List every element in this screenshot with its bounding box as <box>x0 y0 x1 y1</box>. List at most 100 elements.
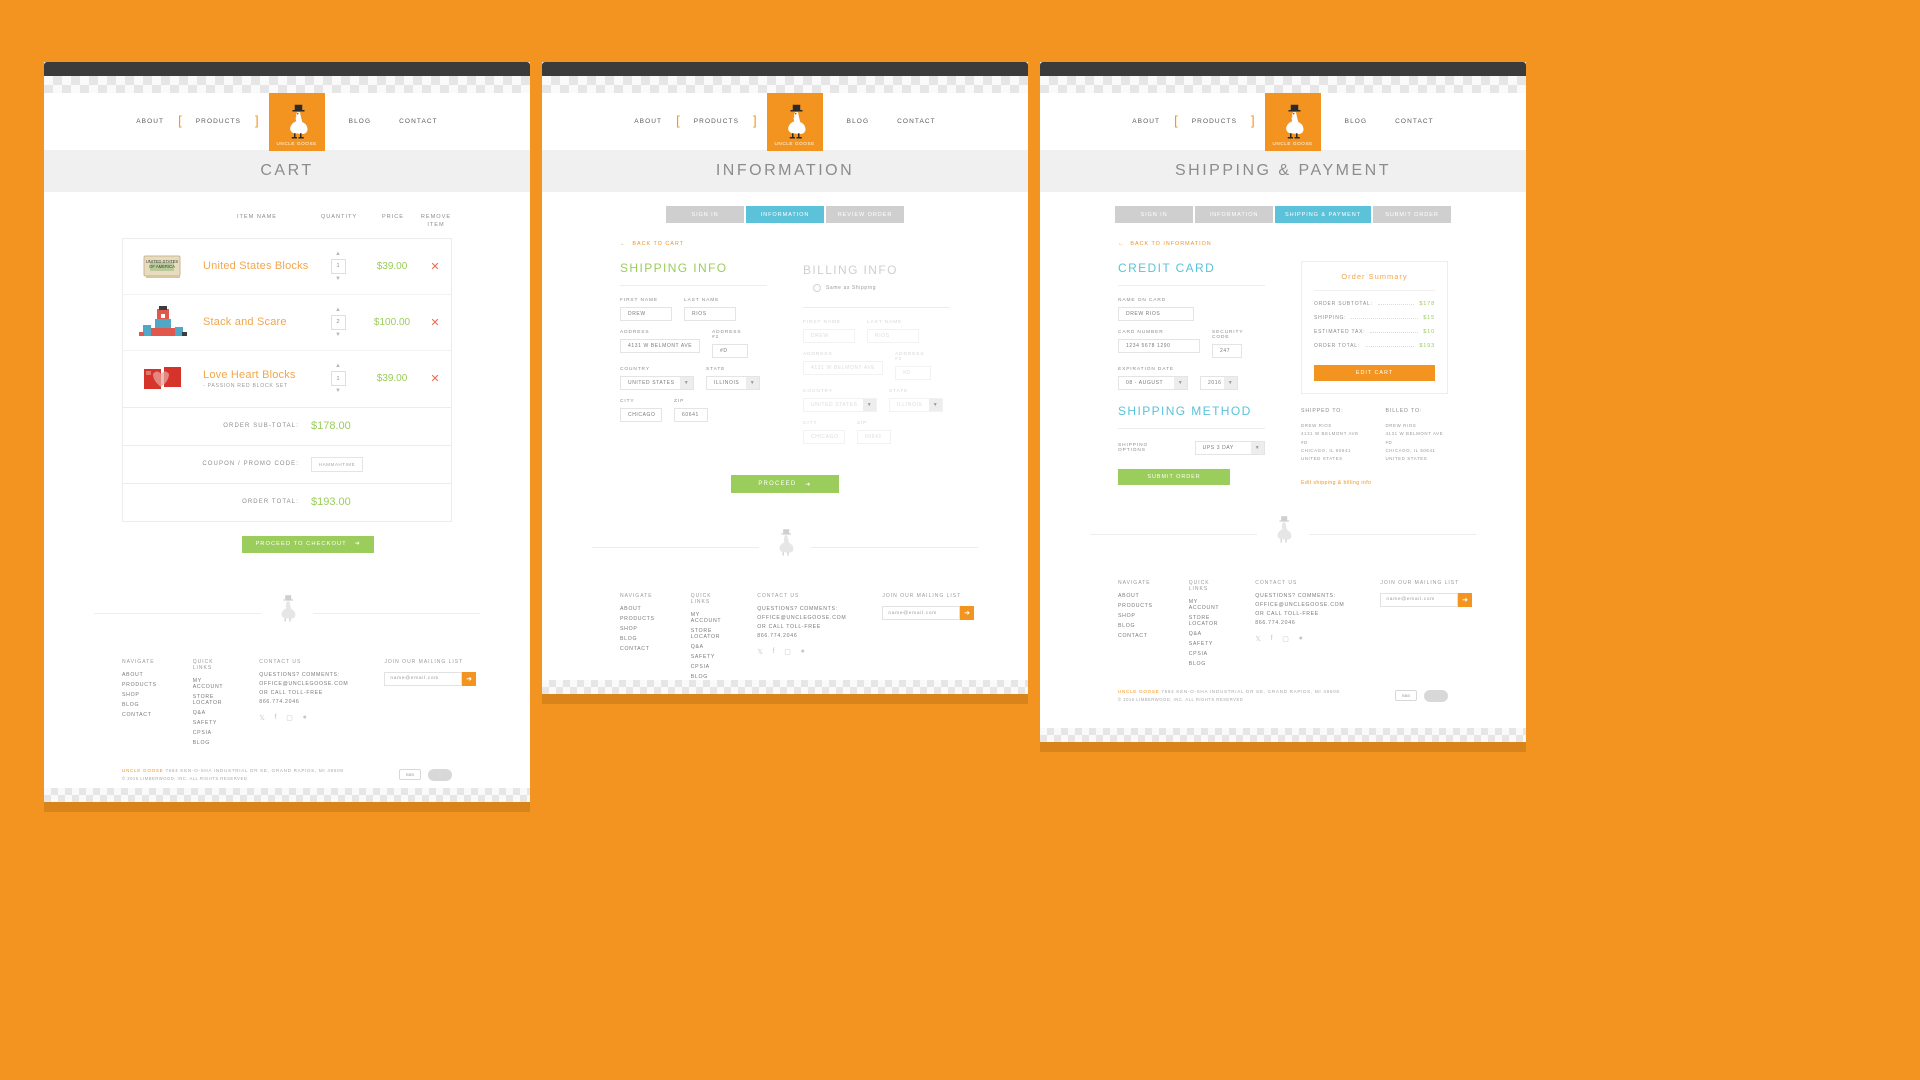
quantity-value[interactable]: 2 <box>330 314 346 330</box>
footer-link[interactable]: SHOP <box>1118 613 1153 619</box>
footer-link[interactable]: CPSIA <box>1189 651 1220 657</box>
footer-link[interactable]: CONTACT <box>122 712 157 718</box>
quantity-increase-icon[interactable]: ▲ <box>335 363 341 369</box>
facebook-icon[interactable]: f <box>773 648 776 656</box>
footer-link[interactable]: ABOUT <box>122 672 157 678</box>
quantity-increase-icon[interactable]: ▲ <box>335 251 341 257</box>
nav-item-blog[interactable]: BLOG <box>833 118 883 125</box>
address-input[interactable]: 4131 W BELMONT AVE <box>620 339 700 353</box>
quantity-stepper[interactable]: ▲ 2 ▼ <box>311 307 365 338</box>
chevron-down-icon[interactable]: ▼ <box>1224 377 1237 389</box>
footer-link[interactable]: BLOG <box>691 674 722 680</box>
footer-link[interactable]: Q&A <box>691 644 722 650</box>
chevron-down-icon[interactable]: ▼ <box>1251 442 1264 454</box>
proceed-button[interactable]: PROCEED ➜ <box>731 475 839 493</box>
remove-item-button[interactable]: ✕ <box>419 316 451 329</box>
chevron-down-icon[interactable]: ▼ <box>929 399 942 411</box>
instagram-icon[interactable]: ▢ <box>1282 635 1289 643</box>
footer-link[interactable]: SAFETY <box>193 720 224 726</box>
footer-link[interactable]: SHOP <box>620 626 655 632</box>
nav-item-blog[interactable]: BLOG <box>335 118 385 125</box>
last-name-input[interactable]: RIOS <box>684 307 736 321</box>
quantity-value[interactable]: 1 <box>330 371 346 387</box>
pinterest-icon[interactable]: ● <box>1299 635 1304 643</box>
cart-item-title[interactable]: Love Heart Blocks <box>203 369 311 381</box>
first-name-input[interactable]: DREW <box>620 307 672 321</box>
chevron-down-icon[interactable]: ▼ <box>746 377 759 389</box>
nav-item-about[interactable]: ABOUT <box>1118 118 1174 125</box>
edit-shipping-billing-link[interactable]: Edit shipping & billing info <box>1301 480 1448 486</box>
mailing-list-submit-button[interactable]: ➜ <box>462 671 477 686</box>
footer-link[interactable]: Q&A <box>1189 631 1220 637</box>
chevron-down-icon[interactable]: ▼ <box>1174 377 1187 389</box>
step-submit-order[interactable]: SUBMIT ORDER <box>1372 206 1451 223</box>
footer-link[interactable]: BLOG <box>620 636 655 642</box>
footer-link[interactable]: MY ACCOUNT <box>691 612 722 624</box>
nav-item-products[interactable]: PRODUCTS <box>182 118 255 125</box>
quantity-stepper[interactable]: ▲ 1 ▼ <box>311 363 365 394</box>
billing-country-select[interactable]: UNITED STATES ▼ <box>803 398 877 412</box>
nav-item-contact[interactable]: CONTACT <box>385 118 452 125</box>
instagram-icon[interactable]: ▢ <box>784 648 791 656</box>
logo-uncle-goose[interactable]: UNCLE GOOSE <box>766 93 823 151</box>
footer-link[interactable]: MY ACCOUNT <box>193 678 224 690</box>
seal-badge-icon[interactable] <box>1424 689 1448 702</box>
coupon-input[interactable]: HAMMAHTIME <box>311 456 363 472</box>
footer-link[interactable]: SHOP <box>122 692 157 698</box>
step-review-order[interactable]: REVIEW ORDER <box>826 206 904 223</box>
back-to-information-link[interactable]: ← BACK TO INFORMATION <box>1118 241 1448 247</box>
back-to-cart-link[interactable]: ← BACK TO CART <box>620 241 950 247</box>
footer-link[interactable]: BLOG <box>1189 661 1220 667</box>
footer-link[interactable]: PRODUCTS <box>122 682 157 688</box>
state-select[interactable]: ILLINOIS ▼ <box>706 376 760 390</box>
mailing-list-input[interactable]: name@email.com <box>384 671 463 686</box>
remove-item-button[interactable]: ✕ <box>419 372 451 385</box>
bbb-badge-icon[interactable]: BBB <box>1395 690 1417 702</box>
nav-item-products[interactable]: PRODUCTS <box>680 118 753 125</box>
nav-item-products[interactable]: PRODUCTS <box>1178 118 1251 125</box>
remove-item-button[interactable]: ✕ <box>419 260 451 273</box>
cart-item-title[interactable]: United States Blocks <box>203 260 311 272</box>
same-as-shipping-toggle[interactable]: Same as Shipping <box>813 283 876 292</box>
shipping-options-select[interactable]: UPS 3 DAY ▼ <box>1194 441 1265 455</box>
footer-link[interactable]: BLOG <box>122 702 157 708</box>
bbb-badge-icon[interactable]: BBB <box>399 769 421 781</box>
cart-item-title[interactable]: Stack and Scare <box>203 316 311 328</box>
instagram-icon[interactable]: ▢ <box>286 714 293 722</box>
nav-item-contact[interactable]: CONTACT <box>1381 118 1448 125</box>
security-code-input[interactable]: 247 <box>1212 344 1242 358</box>
mailing-list-input[interactable]: name@email.com <box>882 606 961 620</box>
footer-link[interactable]: CPSIA <box>691 664 722 670</box>
quantity-value[interactable]: 1 <box>330 258 346 274</box>
name-on-card-input[interactable]: DREW RIOS <box>1118 307 1194 321</box>
footer-link[interactable]: ABOUT <box>1118 593 1153 599</box>
footer-link[interactable]: ABOUT <box>620 606 655 612</box>
radio-icon[interactable] <box>813 283 821 292</box>
contact-email[interactable]: OFFICE@UNCLEGOOSE.COM <box>1255 602 1344 608</box>
step-information[interactable]: INFORMATION <box>746 206 824 223</box>
footer-link[interactable]: BLOG <box>193 740 224 746</box>
footer-link[interactable]: SAFETY <box>691 654 722 660</box>
country-select[interactable]: UNITED STATES ▼ <box>620 376 694 390</box>
contact-email[interactable]: OFFICE@UNCLEGOOSE.COM <box>259 681 348 687</box>
nav-item-about[interactable]: ABOUT <box>122 118 178 125</box>
address2-input[interactable]: #D <box>712 344 748 358</box>
proceed-to-checkout-button[interactable]: PROCEED TO CHECKOUT ➜ <box>242 535 374 553</box>
quantity-decrease-icon[interactable]: ▼ <box>335 332 341 338</box>
zip-input[interactable]: 60641 <box>674 408 708 422</box>
step-information[interactable]: INFORMATION <box>1195 206 1273 223</box>
mailing-list-submit-button[interactable]: ➜ <box>960 606 975 620</box>
footer-link[interactable]: CONTACT <box>1118 633 1153 639</box>
logo-uncle-goose[interactable]: UNCLE GOOSE <box>268 93 325 151</box>
chevron-down-icon[interactable]: ▼ <box>680 377 693 389</box>
billing-zip-input[interactable]: 60641 <box>857 430 891 444</box>
step-shipping-payment[interactable]: SHIPPING & PAYMENT <box>1275 206 1371 223</box>
billing-last-name-input[interactable]: RIOS <box>867 329 919 343</box>
nav-item-contact[interactable]: CONTACT <box>883 118 950 125</box>
billing-address2-input[interactable]: #D <box>895 366 931 380</box>
nav-item-blog[interactable]: BLOG <box>1331 118 1381 125</box>
billing-address-input[interactable]: 4131 W BELMONT AVE <box>803 361 883 375</box>
billing-city-input[interactable]: CHICAGO <box>803 430 845 444</box>
quantity-increase-icon[interactable]: ▲ <box>335 307 341 313</box>
expiration-month-select[interactable]: 08 - AUGUST ▼ <box>1118 376 1188 390</box>
